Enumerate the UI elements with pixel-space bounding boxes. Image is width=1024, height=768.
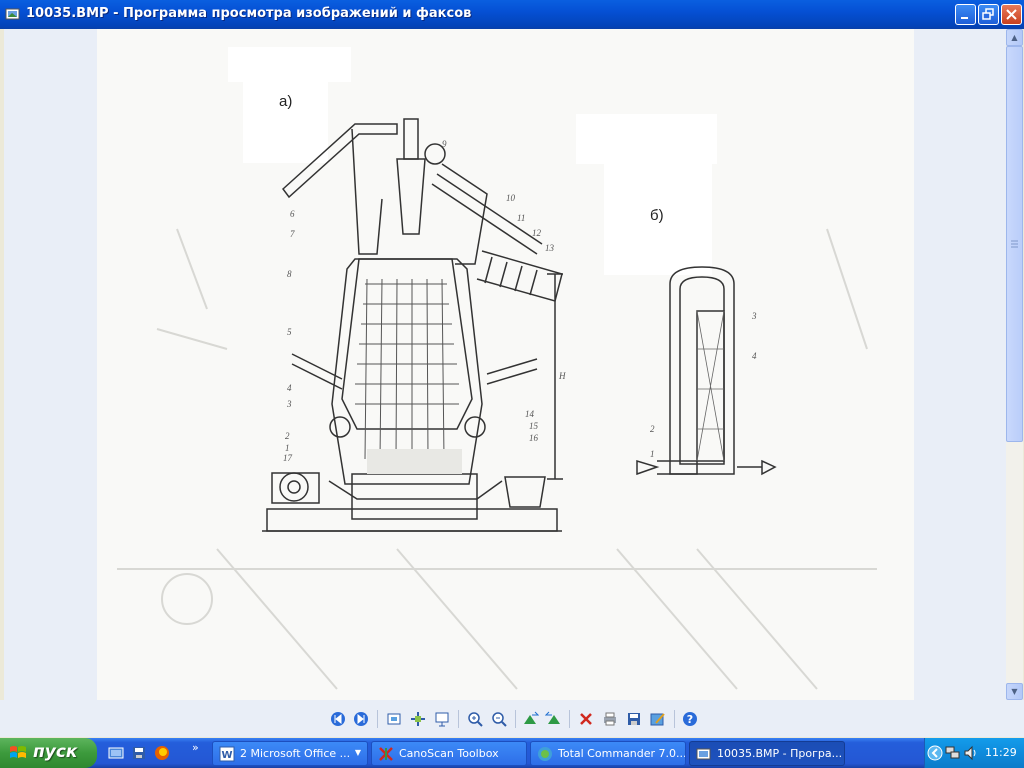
edit-icon[interactable] <box>650 711 666 727</box>
callout-13: 13 <box>545 243 555 253</box>
callout-h: H <box>558 371 566 381</box>
callout-2: 2 <box>285 431 290 441</box>
figure-label-b: б) <box>650 207 664 224</box>
volume-icon[interactable] <box>963 745 979 761</box>
minimize-icon <box>961 17 968 19</box>
callout-12: 12 <box>532 228 542 238</box>
callout-b2: 2 <box>650 424 655 434</box>
callout-9: 9 <box>442 139 447 149</box>
scanned-image: 9 6 7 10 11 12 13 8 5 4 3 2 1 17 14 15 1… <box>97 29 914 700</box>
rotate-counterclockwise-icon[interactable] <box>545 711 561 727</box>
next-image-icon[interactable] <box>353 711 369 727</box>
chevron-left-icon[interactable] <box>927 745 943 761</box>
viewer-toolbar: ? <box>0 700 1024 737</box>
callout-8: 8 <box>287 269 292 279</box>
grip-icon <box>1011 240 1018 248</box>
chevron-up-icon: ▲ <box>1011 33 1018 42</box>
title-bar[interactable]: 10035.BMP - Программа просмотра изображе… <box>0 0 1024 29</box>
slideshow-icon[interactable] <box>434 711 450 727</box>
canoscan-icon <box>379 747 393 761</box>
print-icon[interactable] <box>602 711 618 727</box>
start-button[interactable]: пуск <box>0 738 97 768</box>
help-icon[interactable]: ? <box>682 711 698 727</box>
callout-16: 16 <box>529 433 539 443</box>
taskbar-item-canoscan[interactable]: CanoScan Toolbox <box>371 741 527 766</box>
callout-5: 5 <box>287 327 292 337</box>
network-icon[interactable] <box>945 745 961 761</box>
callout-b4: 4 <box>752 351 757 361</box>
figure-label-a: а) <box>279 93 293 110</box>
taskbar-item-image-viewer[interactable]: 10035.BMP - Програ... <box>689 741 845 766</box>
callout-7: 7 <box>290 229 295 239</box>
delete-icon[interactable] <box>578 711 594 727</box>
image-viewer-icon <box>5 8 20 20</box>
start-label: пуск <box>33 742 78 762</box>
actual-size-icon[interactable] <box>410 711 426 727</box>
system-tray: 11:29 <box>924 738 1024 768</box>
rotate-clockwise-icon[interactable] <box>523 711 539 727</box>
image-viewer-icon <box>696 748 711 760</box>
vertical-scrollbar[interactable]: ▲ ▼ <box>1006 29 1023 700</box>
callout-11: 11 <box>517 213 525 223</box>
svg-text:W: W <box>221 750 232 761</box>
callout-b3: 3 <box>751 311 757 321</box>
close-button[interactable] <box>1001 4 1022 25</box>
callout-14: 14 <box>525 409 535 419</box>
save-icon[interactable] <box>626 711 642 727</box>
scroll-down-button[interactable]: ▼ <box>1006 683 1023 700</box>
chevron-down-icon: ▼ <box>1011 687 1018 696</box>
scroll-up-button[interactable]: ▲ <box>1006 29 1023 46</box>
callout-1: 1 <box>285 443 290 453</box>
taskbar: пуск » W 2 Microsoft Office ... ▼ CanoSc… <box>0 738 1024 768</box>
restore-button[interactable] <box>978 4 999 25</box>
minimize-button[interactable] <box>955 4 976 25</box>
callout-17: 17 <box>283 453 293 463</box>
zoom-in-icon[interactable] <box>467 711 483 727</box>
best-fit-icon[interactable] <box>386 711 402 727</box>
word-icon: W <box>219 746 235 762</box>
callout-3: 3 <box>286 399 292 409</box>
chevron-down-icon: ▼ <box>354 748 361 757</box>
clock: 11:29 <box>985 746 1017 759</box>
media-player-icon[interactable] <box>131 745 147 761</box>
quick-launch-more[interactable]: » <box>192 741 199 754</box>
callout-10: 10 <box>506 193 516 203</box>
show-desktop-icon[interactable] <box>108 745 124 761</box>
firefox-icon[interactable] <box>154 745 170 761</box>
windows-logo-icon <box>10 746 26 758</box>
callout-6: 6 <box>290 209 295 219</box>
window-title: 10035.BMP - Программа просмотра изображе… <box>26 6 472 21</box>
taskbar-item-total-commander[interactable]: Total Commander 7.0... <box>530 741 686 766</box>
taskbar-item-word[interactable]: W 2 Microsoft Office ... ▼ <box>212 741 368 766</box>
prev-image-icon[interactable] <box>330 711 346 727</box>
svg-text:?: ? <box>687 713 693 726</box>
blast-furnace-drawing: 9 6 7 10 11 12 13 8 5 4 3 2 1 17 14 15 1… <box>117 47 877 690</box>
callout-4: 4 <box>287 383 292 393</box>
restore-icon <box>982 8 994 20</box>
scrollbar-thumb[interactable] <box>1006 46 1023 442</box>
callout-15: 15 <box>529 421 539 431</box>
total-commander-icon <box>538 747 552 761</box>
zoom-out-icon[interactable] <box>491 711 507 727</box>
callout-b1: 1 <box>650 449 655 459</box>
close-icon <box>1006 9 1017 20</box>
